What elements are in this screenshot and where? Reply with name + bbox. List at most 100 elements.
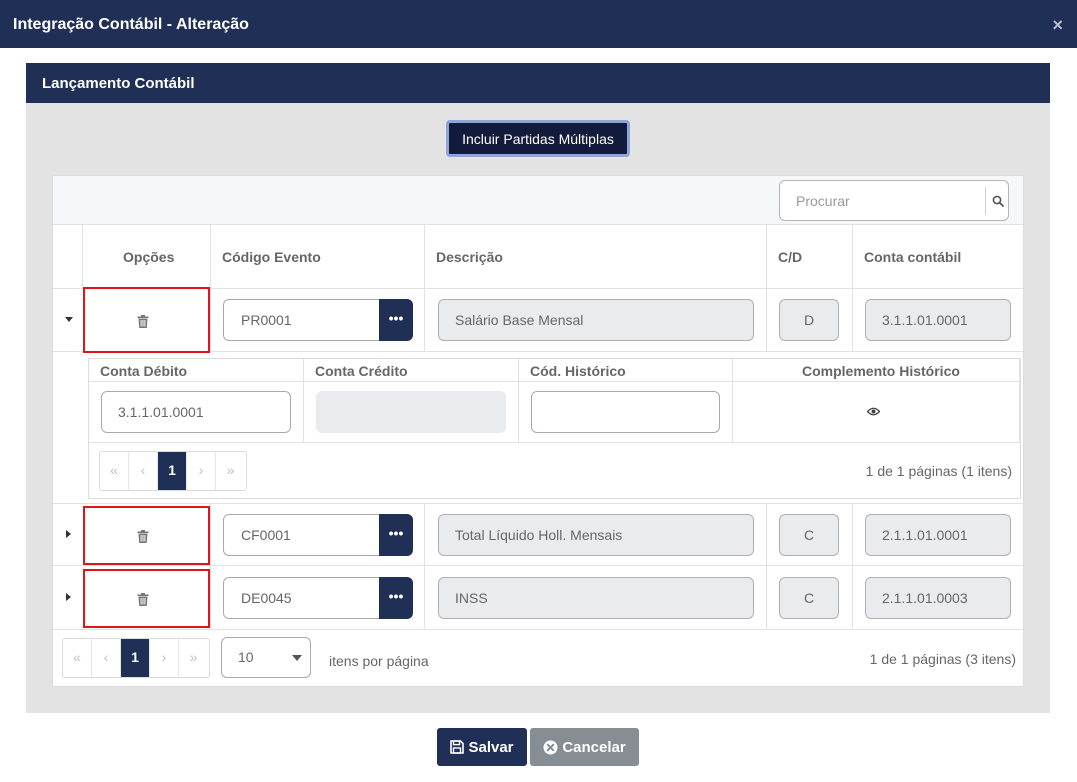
search-separator [985,187,986,215]
next-page-button[interactable]: › [150,639,179,677]
event-code-field: CF0001 ••• [223,514,413,556]
column-divider [766,225,767,289]
column-divider [424,225,425,289]
history-code-input[interactable] [531,391,720,433]
detail-divider [89,381,1020,382]
column-divider [766,504,767,567]
chevron-down-icon [292,655,302,661]
detail-divider [1019,359,1020,443]
column-divider [210,567,211,630]
column-divider [210,504,211,567]
prev-page-button[interactable]: ‹ [129,452,158,490]
table-row: CF0001 ••• Total Líquido Holl. Mensais C… [53,503,1023,566]
search-box [779,180,1009,221]
section-title: Lançamento Contábil [42,75,195,92]
last-page-button[interactable]: » [179,639,208,677]
column-divider [852,289,853,352]
prev-page-button[interactable]: ‹ [92,639,121,677]
detail-header-history-code: Cód. Histórico [530,363,626,379]
save-icon [450,740,465,754]
detail-header-credit: Conta Crédito [315,363,408,379]
entries-grid: Opções Código Evento Descrição C/D Conta… [52,175,1024,687]
cd-field: C [779,514,839,556]
cd-field: D [779,299,839,341]
column-divider [210,225,211,289]
event-code-input[interactable]: DE0045 [223,577,380,619]
lookup-button[interactable]: ••• [379,514,413,556]
grid-toolbar [53,176,1023,225]
page-1-button[interactable]: 1 [121,639,150,677]
column-divider [424,567,425,630]
column-divider [210,289,211,352]
table-row: PR0001 ••• Salário Base Mensal D 3.1.1.0… [53,287,1023,353]
cancel-button[interactable]: Cancelar [530,728,639,766]
table-row: DE0045 ••• INSS C 2.1.1.01.0003 [53,567,1023,630]
event-code-input[interactable]: CF0001 [223,514,380,556]
first-page-button[interactable]: « [100,452,129,490]
next-page-button[interactable]: › [187,452,216,490]
dialog-titlebar: Integração Contábil - Alteração × [0,0,1077,48]
column-divider [82,225,83,289]
event-code-field: DE0045 ••• [223,577,413,619]
column-header-description[interactable]: Descrição [436,249,503,265]
detail-divider [303,359,304,443]
account-field: 2.1.1.01.0003 [865,577,1011,619]
save-button[interactable]: Salvar [437,728,527,766]
grid-pagination: « ‹ 1 › » [62,638,210,678]
dialog-title: Integração Contábil - Alteração [13,16,249,33]
section-header: Lançamento Contábil [26,63,1050,103]
grid-page-info: 1 de 1 páginas (3 itens) [869,651,1016,667]
column-header-options: Opções [123,249,175,265]
column-header-account[interactable]: Conta contábil [864,249,961,265]
include-multiple-entries-button[interactable]: Incluir Partidas Múltiplas [446,120,630,157]
event-code-input[interactable]: PR0001 [223,299,380,341]
search-icon[interactable] [992,195,1004,207]
column-divider [424,504,425,567]
column-divider [852,225,853,289]
page-size-value: 10 [238,649,254,665]
cancel-label: Cancelar [562,738,626,756]
column-divider [766,567,767,630]
credit-account-input [316,391,506,433]
last-page-button[interactable]: » [216,452,245,490]
debit-account-input[interactable]: 3.1.1.01.0001 [101,391,291,433]
detail-header-debit: Conta Débito [100,363,188,379]
page-size-label: itens por página [329,653,429,669]
search-input[interactable] [781,182,981,219]
page-1-button[interactable]: 1 [158,452,187,490]
column-header-cd[interactable]: C/D [778,249,802,265]
eye-icon[interactable] [867,407,880,416]
lookup-button[interactable]: ••• [379,299,413,341]
page-size-select[interactable]: 10 [221,637,311,678]
detail-divider [89,442,1020,443]
cancel-circle-icon [543,740,558,754]
first-page-button[interactable]: « [63,639,92,677]
detail-divider [732,359,733,443]
column-divider [766,289,767,352]
description-field: INSS [438,577,754,619]
caret-down-icon[interactable] [65,317,73,322]
lookup-button[interactable]: ••• [379,577,413,619]
detail-divider [518,359,519,443]
account-field: 3.1.1.01.0001 [865,299,1011,341]
save-label: Salvar [468,738,514,756]
detail-header-history-complement: Complemento Histórico [802,363,960,379]
event-code-field: PR0001 ••• [223,299,413,341]
column-divider [424,289,425,352]
detail-page-info: 1 de 1 páginas (1 itens) [865,463,1012,479]
caret-right-icon[interactable] [66,593,71,601]
description-field: Total Líquido Holl. Mensais [438,514,754,556]
cd-field: C [779,577,839,619]
grid-header-row: Opções Código Evento Descrição C/D Conta… [53,225,1023,289]
column-divider [852,504,853,567]
description-field: Salário Base Mensal [438,299,754,341]
trash-icon[interactable] [137,530,149,543]
trash-icon[interactable] [137,593,149,606]
detail-pagination: « ‹ 1 › » [99,451,247,491]
close-icon[interactable]: × [1052,16,1063,34]
row-detail-panel: Conta Débito Conta Crédito Cód. Históric… [88,358,1021,499]
caret-right-icon[interactable] [66,530,71,538]
column-header-event-code[interactable]: Código Evento [222,249,321,265]
column-divider [852,567,853,630]
trash-icon[interactable] [137,315,149,328]
